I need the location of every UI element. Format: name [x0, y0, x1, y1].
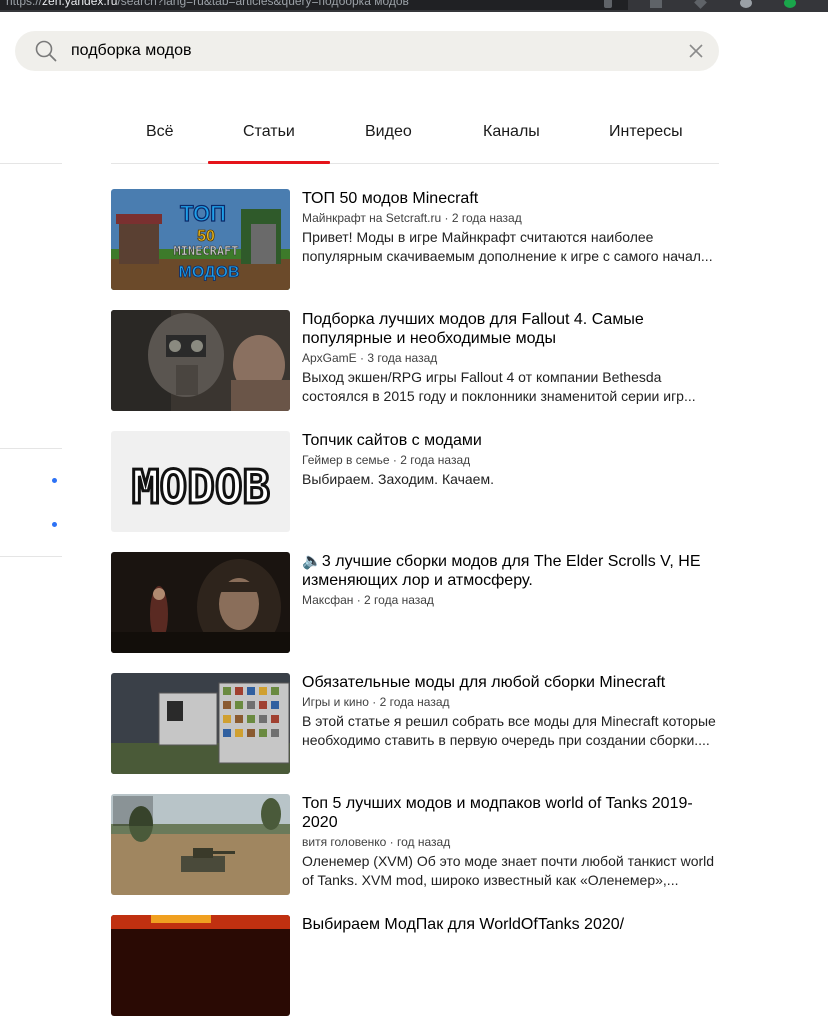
result-title[interactable]: ТОП 50 модов Minecraft: [302, 189, 722, 208]
tab-articles[interactable]: Статьи: [243, 123, 295, 141]
result-meta: ApxGamE · 3 года назад: [302, 351, 438, 365]
result-snippet: Выход экшен/RPG игры Fallout 4 от компан…: [302, 369, 696, 404]
tab-all[interactable]: Всё: [146, 123, 174, 141]
profile-icon[interactable]: [740, 0, 752, 8]
search-tabs: Всё Статьи Видео Каналы Интересы: [111, 105, 719, 164]
result-meta: Максфан · 2 года назад: [302, 593, 434, 607]
result-source[interactable]: Майнкрафт на Setcraft.ru: [302, 211, 441, 225]
result-title[interactable]: Подборка лучших модов для Fallout 4. Сам…: [302, 310, 722, 348]
result-age: 2 года назад: [451, 211, 522, 225]
thumbnail: [111, 310, 290, 411]
result-title[interactable]: Топчик сайтов с модами: [302, 431, 722, 450]
thumbnail: ТОП 50 MINECRAFT МОДОВ: [111, 189, 290, 290]
result-title[interactable]: Топ 5 лучших модов и модпаков world of T…: [302, 794, 722, 832]
thumbnail: [111, 915, 290, 1016]
result-title[interactable]: 🔈3 лучшие сборки модов для The Elder Scr…: [302, 552, 722, 590]
active-tab-indicator: [208, 161, 330, 164]
list-item[interactable]: 🔈3 лучшие сборки модов для The Elder Scr…: [111, 552, 721, 653]
list-item[interactable]: ТОП 50 MINECRAFT МОДОВ ТОП 50 модов Mine…: [111, 189, 721, 290]
search-input[interactable]: [71, 31, 671, 71]
tab-interests[interactable]: Интересы: [609, 123, 683, 141]
thumb-title-top: ТОП: [180, 201, 226, 226]
thumbnail: MODOB: [111, 431, 290, 532]
result-age: 2 года назад: [400, 453, 471, 467]
result-age: 2 года назад: [379, 695, 450, 709]
result-meta: Майнкрафт на Setcraft.ru · 2 года назад: [302, 211, 522, 225]
result-title[interactable]: Обязательные моды для любой сборки Minec…: [302, 673, 722, 692]
translate-icon[interactable]: [604, 0, 612, 8]
list-item[interactable]: MODOB Топчик сайтов с модами Геймер в се…: [111, 431, 721, 532]
url-prefix: https://: [6, 0, 43, 8]
result-source[interactable]: Геймер в семье: [302, 453, 390, 467]
tab-channels[interactable]: Каналы: [483, 123, 540, 141]
bookmark-icon[interactable]: [650, 0, 662, 8]
thumbnail: [111, 794, 290, 895]
address-bar[interactable]: https://zen.yandex.ru/search?lang=ru&tab…: [0, 0, 628, 10]
url-host: zen.yandex.ru: [42, 0, 118, 8]
result-age: год назад: [397, 835, 451, 849]
search-icon: [35, 40, 57, 62]
unread-dot: [52, 522, 57, 527]
result-meta: Геймер в семье · 2 года назад: [302, 453, 471, 467]
thumb-logo: MODOB: [132, 460, 270, 514]
result-snippet: Привет! Моды в игре Майнкрафт считаются …: [302, 229, 713, 264]
list-item[interactable]: Выбираем МодПак для WorldOfTanks 2020/: [111, 915, 721, 1016]
browser-toolbar: https://zen.yandex.ru/search?lang=ru&tab…: [0, 0, 828, 12]
result-snippet: В этой статье я решил собрать все моды д…: [302, 713, 716, 748]
result-source[interactable]: Максфан: [302, 593, 353, 607]
result-source[interactable]: ApxGamE: [302, 351, 357, 365]
extension-icon[interactable]: [694, 0, 707, 9]
thumb-number: 50: [197, 228, 215, 245]
thumb-subtitle: МОДОВ: [179, 264, 240, 281]
result-source[interactable]: витя головенко: [302, 835, 386, 849]
address-text: https://zen.yandex.ru/search?lang=ru&tab…: [6, 0, 409, 8]
result-meta: Игры и кино · 2 года назад: [302, 695, 450, 709]
result-age: 2 года назад: [364, 593, 434, 607]
status-icon[interactable]: [784, 0, 796, 8]
result-source[interactable]: Игры и кино: [302, 695, 369, 709]
thumb-logo: MINECRAFT: [173, 244, 238, 258]
result-snippet: Оленемер (XVM) Об это моде знает почти л…: [302, 853, 715, 888]
url-path: /search?lang=ru&tab=articles&query=подбо…: [117, 0, 409, 8]
search-box[interactable]: [15, 31, 719, 71]
thumbnail: [111, 673, 290, 774]
list-item[interactable]: Подборка лучших модов для Fallout 4. Сам…: [111, 310, 721, 411]
close-icon[interactable]: [687, 42, 705, 60]
list-item[interactable]: Обязательные моды для любой сборки Minec…: [111, 673, 721, 774]
left-rail-divider: [0, 448, 62, 449]
result-age: 3 года назад: [367, 351, 438, 365]
thumbnail: [111, 552, 290, 653]
list-item[interactable]: Топ 5 лучших модов и модпаков world of T…: [111, 794, 721, 895]
unread-dot: [52, 478, 57, 483]
tab-video[interactable]: Видео: [365, 123, 412, 141]
result-meta: витя головенко · год назад: [302, 835, 451, 849]
left-rail-divider: [0, 556, 62, 557]
left-rail-divider: [0, 163, 62, 164]
result-snippet: Выбираем. Заходим. Качаем.: [302, 471, 494, 487]
